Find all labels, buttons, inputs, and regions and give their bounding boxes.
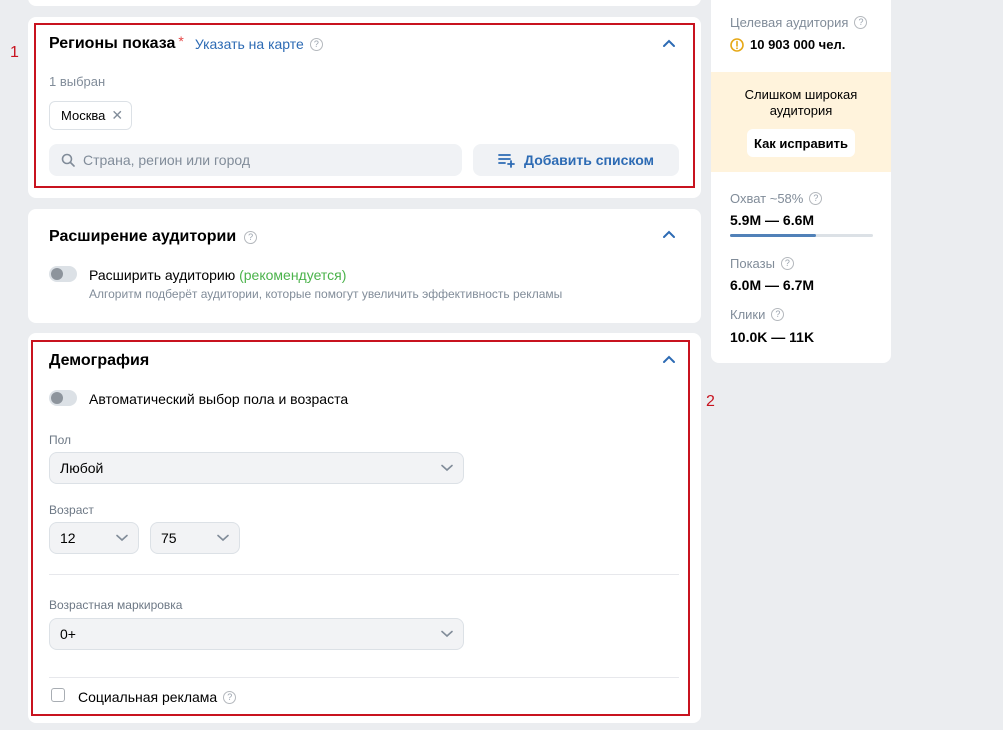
expand-toggle-label: Расширить аудиторию (рекомендуется)	[89, 267, 346, 283]
help-icon[interactable]: ?	[809, 192, 823, 205]
impressions-value: 6.0M — 6.7M	[730, 277, 815, 293]
audience-value: 10 903 000 чел.	[750, 37, 846, 52]
audience-header: Целевая аудитория ?	[730, 15, 868, 30]
expand-toggle[interactable]	[49, 266, 77, 282]
forecast-panel: Целевая аудитория ? 10 903 000 чел. Слиш…	[711, 0, 891, 363]
help-icon[interactable]: ?	[244, 230, 258, 244]
reach-header: Охват ~58% ?	[730, 191, 823, 206]
help-icon[interactable]: ?	[780, 257, 794, 270]
expansion-header: Расширение аудитории ?	[49, 228, 258, 246]
reach-value: 5.9M — 6.6M	[730, 212, 815, 228]
previous-card	[28, 0, 701, 6]
audience-value-row: 10 903 000 чел.	[730, 37, 845, 52]
help-icon[interactable]: ?	[854, 16, 868, 29]
audience-label: Целевая аудитория	[730, 15, 849, 30]
clicks-header: Клики ?	[730, 307, 785, 322]
recommended-text: (рекомендуется)	[239, 267, 347, 283]
expansion-title: Расширение аудитории	[49, 228, 237, 245]
toggle-label-text: Расширить аудиторию	[89, 267, 236, 283]
annotation-number-2: 2	[706, 393, 715, 410]
fix-button[interactable]: Как исправить	[747, 129, 855, 157]
expand-description: Алгоритм подберёт аудитории, которые пом…	[89, 287, 563, 301]
clicks-label: Клики	[730, 307, 766, 322]
warning-block: Слишком широкая аудитория Как исправить	[711, 72, 891, 172]
reach-progress-fill	[730, 234, 816, 237]
impressions-header: Показы ?	[730, 256, 794, 271]
impressions-label: Показы	[730, 256, 775, 271]
clicks-value: 10.0K — 11K	[730, 329, 815, 345]
help-icon[interactable]: ?	[771, 308, 785, 321]
chevron-up-icon[interactable]	[661, 227, 677, 243]
expansion-card: Расширение аудитории ? Расширить аудитор…	[28, 209, 701, 323]
reach-label: Охват ~58%	[730, 191, 804, 206]
annotation-box-2	[31, 340, 690, 716]
warning-icon	[730, 37, 744, 52]
warning-text: Слишком широкая аудитория	[744, 87, 858, 118]
reach-progress-bar	[730, 234, 873, 237]
annotation-number-1: 1	[10, 44, 19, 61]
annotation-box-1	[34, 23, 695, 188]
